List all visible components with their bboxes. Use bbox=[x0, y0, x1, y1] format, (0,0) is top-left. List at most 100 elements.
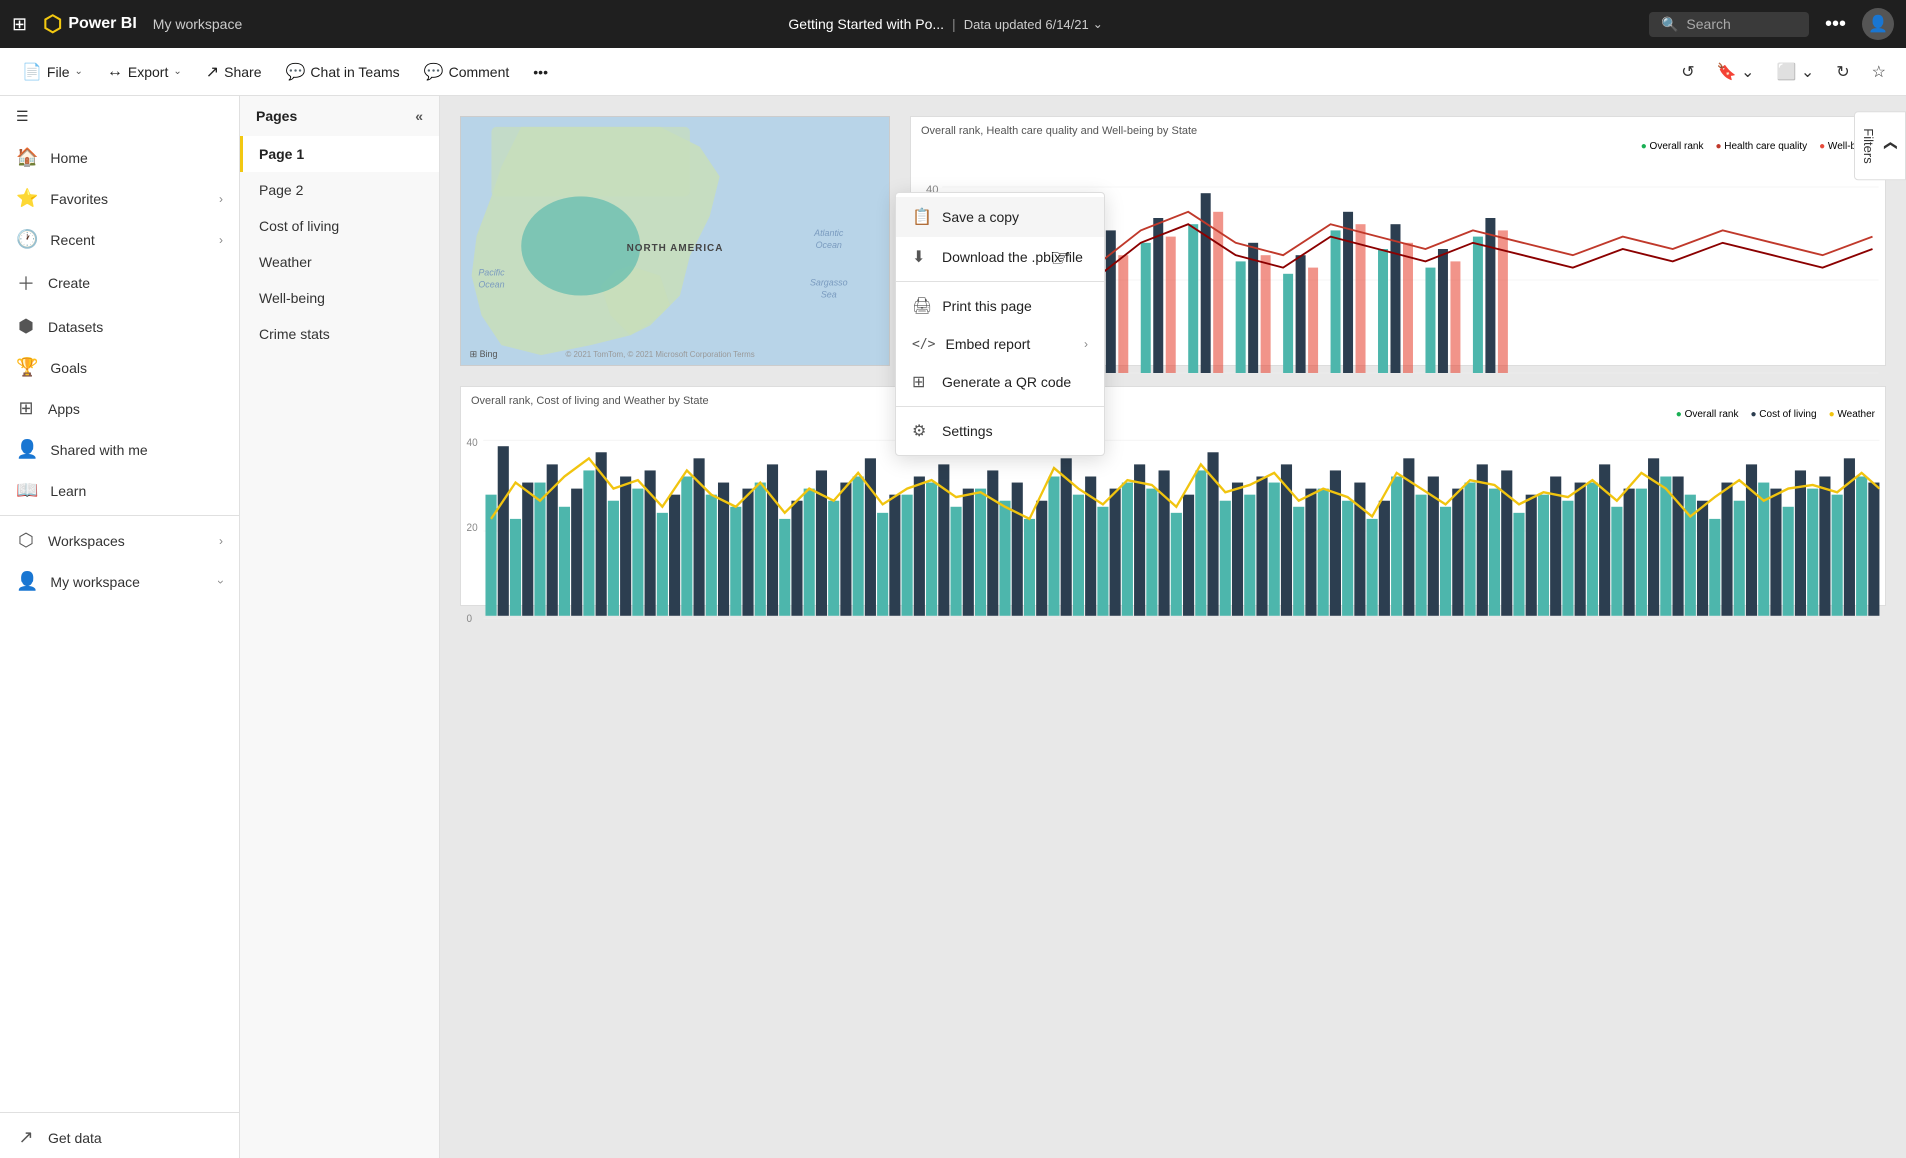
page1-label: Page 1 bbox=[259, 146, 304, 162]
svg-text:Atlantic: Atlantic bbox=[813, 228, 844, 238]
legend2-weather: ● Weather bbox=[1829, 409, 1875, 420]
filter-panel-label: Filters bbox=[1861, 128, 1876, 163]
more-toolbar-button[interactable]: ••• bbox=[523, 58, 558, 86]
content-area: NORTH AMERICA Pacific Ocean Atlantic Oce… bbox=[440, 96, 1906, 1158]
svg-text:Ocean: Ocean bbox=[816, 240, 842, 250]
file-icon: 📄 bbox=[22, 62, 42, 82]
dropdown-download-pbix[interactable]: ⬇ Download the .pbix file bbox=[896, 237, 1104, 277]
sidebar-label-workspaces: Workspaces bbox=[48, 533, 125, 549]
page-item-crimestats[interactable]: Crime stats bbox=[240, 316, 439, 352]
sidebar-bottom: ↗ Get data bbox=[0, 1108, 239, 1158]
page-item-weather[interactable]: Weather bbox=[240, 244, 439, 280]
svg-text:Ocean: Ocean bbox=[478, 280, 504, 290]
sidebar-item-home[interactable]: 🏠 Home bbox=[0, 137, 239, 178]
workspace-label[interactable]: My workspace bbox=[153, 16, 242, 32]
page-item-page2[interactable]: Page 2 bbox=[240, 172, 439, 208]
page-item-costofliving[interactable]: Cost of living bbox=[240, 208, 439, 244]
sidebar-item-datasets[interactable]: ⬢ Datasets bbox=[0, 306, 239, 347]
more-options-icon[interactable]: ••• bbox=[1817, 9, 1854, 40]
page-item-page1[interactable]: Page 1 bbox=[240, 136, 439, 172]
legend1-health: ● Health care quality bbox=[1715, 141, 1807, 152]
chevron-down-icon[interactable]: ⌄ bbox=[1093, 17, 1103, 31]
teams-icon: 💬 bbox=[286, 62, 306, 82]
title-separator: | bbox=[952, 16, 956, 32]
sidebar-item-myworkspace[interactable]: 👤 My workspace › bbox=[0, 561, 239, 602]
sidebar-item-recent[interactable]: 🕐 Recent › bbox=[0, 219, 239, 260]
page2-label: Page 2 bbox=[259, 182, 303, 198]
filter-panel-toggle[interactable]: ❮ Filters bbox=[1854, 111, 1906, 180]
dropdown-qr-code[interactable]: ⊞ Generate a QR code bbox=[896, 362, 1104, 402]
sidebar-item-learn[interactable]: 📖 Learn bbox=[0, 470, 239, 511]
dropdown-print[interactable]: 🖨 Print this page bbox=[896, 286, 1104, 326]
toolbar-right-icons: ↺ 🔖 ⌄ ⬜ ⌄ ↻ ☆ bbox=[1673, 56, 1894, 88]
sidebar-bottom-divider bbox=[0, 1112, 239, 1113]
filter-arrow-icon: ❮ bbox=[1884, 141, 1899, 152]
dropdown-settings[interactable]: ⚙ Settings bbox=[896, 411, 1104, 451]
avatar[interactable]: 👤 bbox=[1862, 8, 1894, 40]
sidebar-item-create[interactable]: ＋ Create bbox=[0, 260, 239, 306]
sidebar-label-favorites: Favorites bbox=[50, 191, 108, 207]
fit-page-button[interactable]: ⬜ ⌄ bbox=[1768, 56, 1822, 88]
myworkspace-chevron-icon: › bbox=[214, 580, 228, 584]
grid-icon[interactable]: ⊞ bbox=[12, 14, 27, 35]
favorites-chevron-icon: › bbox=[219, 192, 223, 206]
workspaces-icon: ⬡ bbox=[16, 530, 36, 551]
svg-text:© 2021 TomTom, © 2021 Microsof: © 2021 TomTom, © 2021 Microsoft Corporat… bbox=[565, 350, 754, 359]
file-button[interactable]: 📄 File ⌄ bbox=[12, 56, 93, 88]
dropdown-save-copy[interactable]: 📋 Save a copy bbox=[896, 197, 1104, 237]
legend1-overall: ● Overall rank bbox=[1641, 141, 1704, 152]
undo-button[interactable]: ↺ bbox=[1673, 56, 1702, 88]
svg-text:40: 40 bbox=[467, 438, 478, 449]
search-placeholder: Search bbox=[1686, 16, 1730, 32]
embed-icon: </> bbox=[912, 337, 935, 352]
export-button[interactable]: ↔ Export ⌄ bbox=[97, 57, 192, 87]
learn-icon: 📖 bbox=[16, 480, 38, 501]
recent-icon: 🕐 bbox=[16, 229, 38, 250]
favorite-star-button[interactable]: ☆ bbox=[1864, 56, 1894, 88]
share-button[interactable]: ↗ Share bbox=[196, 56, 272, 88]
page-item-wellbeing[interactable]: Well-being bbox=[240, 280, 439, 316]
sidebar-label-shared: Shared with me bbox=[50, 442, 147, 458]
export-chevron-icon: ⌄ bbox=[173, 66, 181, 77]
save-copy-label: Save a copy bbox=[942, 209, 1019, 225]
sidebar-item-goals[interactable]: 🏆 Goals bbox=[0, 347, 239, 388]
workspaces-chevron-icon: › bbox=[219, 534, 223, 548]
more-icon: ••• bbox=[533, 64, 548, 80]
svg-text:⊞ Bing: ⊞ Bing bbox=[470, 349, 498, 359]
comment-button[interactable]: 💬 Comment bbox=[414, 56, 520, 88]
pages-collapse-button[interactable]: « bbox=[415, 108, 423, 124]
svg-text:Sargasso: Sargasso bbox=[810, 278, 848, 288]
settings-icon: ⚙ bbox=[912, 421, 932, 441]
print-label: Print this page bbox=[942, 298, 1032, 314]
chart2-title: Overall rank, Cost of living and Weather… bbox=[461, 387, 1885, 407]
toolbar: 📄 File ⌄ ↔ Export ⌄ ↗ Share 💬 Chat in Te… bbox=[0, 48, 1906, 96]
pages-panel: Pages « Page 1 Page 2 Cost of living Wea… bbox=[240, 96, 440, 1158]
search-box[interactable]: 🔍 Search bbox=[1649, 12, 1809, 37]
chart1-title: Overall rank, Health care quality and We… bbox=[911, 117, 1885, 137]
dropdown-embed-report[interactable]: </> Embed report › bbox=[896, 326, 1104, 362]
report-title-text: Getting Started with Po... bbox=[788, 16, 944, 32]
qr-label: Generate a QR code bbox=[942, 374, 1071, 390]
sidebar-item-shared[interactable]: 👤 Shared with me bbox=[0, 429, 239, 470]
sidebar-item-favorites[interactable]: ⭐ Favorites › bbox=[0, 178, 239, 219]
favorites-icon: ⭐ bbox=[16, 188, 38, 209]
datasets-icon: ⬢ bbox=[16, 316, 36, 337]
sidebar-item-workspaces[interactable]: ⬡ Workspaces › bbox=[0, 520, 239, 561]
top-bar: ⊞ ⬡ Power BI My workspace Getting Starte… bbox=[0, 0, 1906, 48]
sidebar-label-learn: Learn bbox=[50, 483, 86, 499]
avatar-icon: 👤 bbox=[1868, 14, 1888, 34]
map-visual: NORTH AMERICA Pacific Ocean Atlantic Oce… bbox=[460, 116, 890, 366]
crimestats-label: Crime stats bbox=[259, 326, 330, 342]
powerbi-icon: ⬡ bbox=[43, 11, 62, 37]
data-updated: Data updated 6/14/21 ⌄ bbox=[964, 17, 1103, 32]
dropdown-divider-2 bbox=[896, 406, 1104, 407]
comment-icon: 💬 bbox=[424, 62, 444, 82]
bookmark-button[interactable]: 🔖 ⌄ bbox=[1709, 56, 1763, 88]
print-icon: 🖨 bbox=[912, 296, 932, 316]
download-icon: ⬇ bbox=[912, 247, 932, 267]
sidebar-item-getdata[interactable]: ↗ Get data bbox=[0, 1117, 239, 1158]
refresh-button[interactable]: ↻ bbox=[1828, 56, 1857, 88]
chat-in-teams-button[interactable]: 💬 Chat in Teams bbox=[276, 56, 410, 88]
sidebar-collapse-button[interactable]: ☰ bbox=[0, 96, 239, 137]
sidebar-item-apps[interactable]: ⊞ Apps bbox=[0, 388, 239, 429]
